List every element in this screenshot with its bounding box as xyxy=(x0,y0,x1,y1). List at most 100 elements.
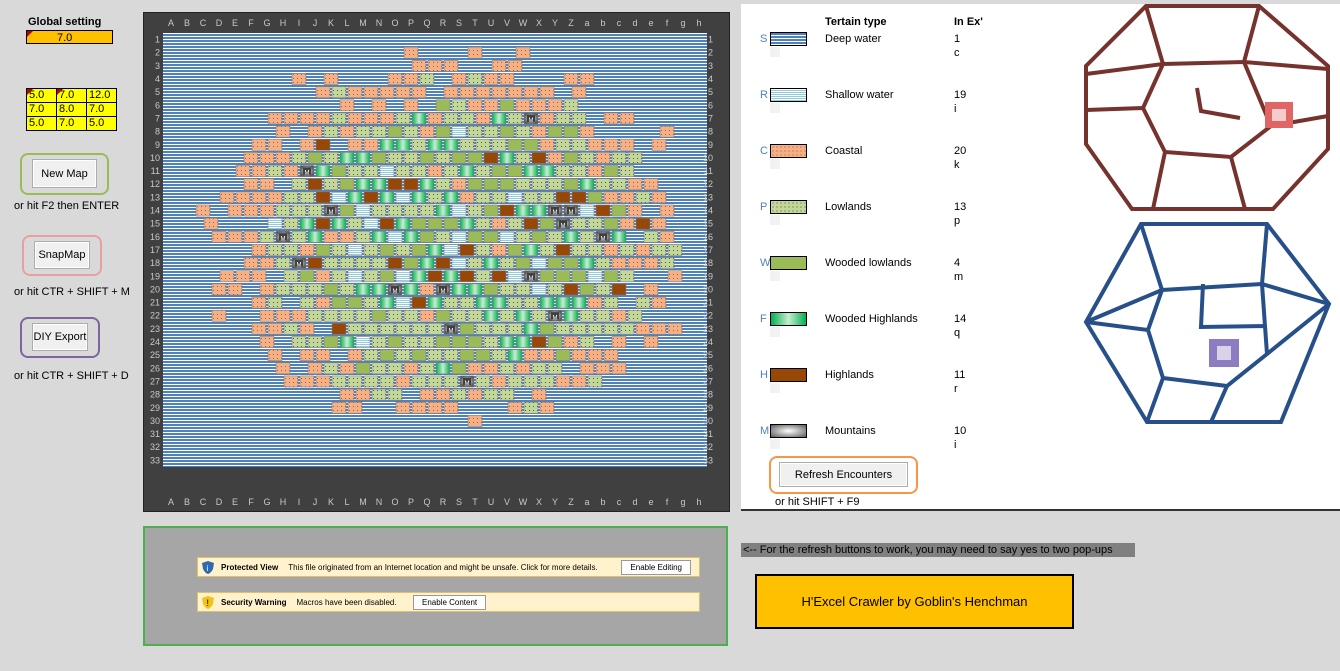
map-hex-W[interactable] xyxy=(499,99,515,112)
map-hex-C[interactable] xyxy=(323,230,339,243)
map-hex-H[interactable] xyxy=(387,178,403,191)
map-hex-F[interactable] xyxy=(459,165,475,177)
map-hex-W[interactable] xyxy=(459,349,475,362)
map-hex-C[interactable] xyxy=(539,86,555,99)
map-hex-P[interactable] xyxy=(307,309,323,322)
map-hex-F[interactable] xyxy=(443,270,459,283)
map-hex-C[interactable] xyxy=(315,296,331,309)
map-hex-R[interactable] xyxy=(587,270,603,283)
map-hex-P[interactable] xyxy=(579,309,595,322)
map-hex-F[interactable] xyxy=(443,191,459,204)
map-hex-W[interactable] xyxy=(435,125,451,138)
map-hex-F[interactable] xyxy=(483,309,499,322)
map-hex-F[interactable] xyxy=(379,191,395,204)
map-hex-C[interactable] xyxy=(515,362,531,375)
map-hex-P[interactable] xyxy=(467,125,483,138)
map-hex-P[interactable] xyxy=(395,349,411,362)
map-hex-C[interactable] xyxy=(483,99,499,112)
map-hex-H[interactable] xyxy=(411,296,427,309)
map-hex-H[interactable] xyxy=(363,191,379,204)
map-hex-H[interactable] xyxy=(483,152,499,164)
map-hex-H[interactable] xyxy=(379,217,395,230)
map-hex-C[interactable] xyxy=(651,322,667,335)
map-hex-P[interactable] xyxy=(403,152,419,164)
map-hex-W[interactable] xyxy=(491,165,507,177)
map-hex-R[interactable] xyxy=(451,204,467,217)
refresh-encounters-button[interactable]: Refresh Encounters xyxy=(779,462,908,487)
map-hex-C[interactable] xyxy=(363,138,379,151)
map-hex-P[interactable] xyxy=(331,86,347,99)
map-hex-W[interactable] xyxy=(331,296,347,309)
map-hex-C[interactable] xyxy=(275,125,291,138)
map-hex-P[interactable] xyxy=(571,165,587,177)
map-hex-W[interactable] xyxy=(339,178,355,191)
map-hex-P[interactable] xyxy=(659,257,675,270)
map-hex-W[interactable] xyxy=(467,336,483,348)
map-hex-C[interactable] xyxy=(243,178,259,191)
map-hex-P[interactable] xyxy=(403,309,419,322)
map-hex-P[interactable] xyxy=(531,178,547,191)
map-hex-C[interactable] xyxy=(467,99,483,112)
map-hex-W[interactable] xyxy=(419,230,435,243)
map-hex-F[interactable] xyxy=(451,283,467,296)
map-hex-C[interactable] xyxy=(395,86,411,99)
map-hex-F[interactable] xyxy=(515,336,531,348)
map-hex-P[interactable] xyxy=(571,244,587,256)
map-hex-W[interactable] xyxy=(307,152,323,164)
map-hex-R[interactable] xyxy=(443,244,459,256)
map-hex-P[interactable] xyxy=(323,152,339,164)
map-hex-R[interactable] xyxy=(347,270,363,283)
map-hex-W[interactable] xyxy=(523,138,539,151)
map-hex-W[interactable] xyxy=(371,309,387,322)
map-hex-W[interactable] xyxy=(555,270,571,283)
map-hex-P[interactable] xyxy=(595,283,611,296)
hex-map[interactable]: AABBCCDDEEFFGGHHIIJJKKLLMMNNOOPPQQRRSSTT… xyxy=(143,12,730,512)
map-hex-F[interactable] xyxy=(555,296,571,309)
map-hex-C[interactable] xyxy=(587,296,603,309)
map-hex-C[interactable] xyxy=(419,283,435,296)
map-hex-F[interactable] xyxy=(579,257,595,270)
map-hex-P[interactable] xyxy=(499,309,515,322)
map-hex-C[interactable] xyxy=(651,138,667,151)
map-hex-F[interactable] xyxy=(515,204,531,217)
map-hex-C[interactable] xyxy=(227,230,243,243)
map-hex-C[interactable] xyxy=(427,59,443,72)
map-hex-P[interactable] xyxy=(531,362,547,375)
map-hex-C[interactable] xyxy=(507,59,523,72)
map-hex-W[interactable] xyxy=(371,152,387,164)
map-hex-W[interactable] xyxy=(579,283,595,296)
map-hex-C[interactable] xyxy=(467,388,483,401)
map-hex-C[interactable] xyxy=(267,112,283,125)
map-hex-P[interactable] xyxy=(547,230,563,243)
map-hex-P[interactable] xyxy=(283,244,299,256)
map-hex-P[interactable] xyxy=(331,112,347,125)
weight-cell[interactable]: 5.0 xyxy=(86,116,117,131)
map-hex-H[interactable] xyxy=(307,257,323,270)
map-hex-C[interactable] xyxy=(531,388,547,401)
map-hex-C[interactable] xyxy=(411,59,427,72)
map-hex-R[interactable] xyxy=(531,283,547,296)
map-hex-W[interactable] xyxy=(507,165,523,177)
map-hex-H[interactable] xyxy=(531,336,547,348)
map-hex-C[interactable] xyxy=(539,401,555,414)
map-hex-P[interactable] xyxy=(619,165,635,177)
map-hex-C[interactable] xyxy=(611,336,627,348)
map-hex-P[interactable] xyxy=(363,375,379,388)
map-hex-P[interactable] xyxy=(291,204,307,217)
map-hex-P[interactable] xyxy=(267,244,283,256)
map-hex-W[interactable] xyxy=(419,152,435,164)
map-hex-C[interactable] xyxy=(659,204,675,217)
map-hex-W[interactable] xyxy=(411,217,427,230)
map-hex-P[interactable] xyxy=(595,257,611,270)
map-hex-C[interactable] xyxy=(251,296,267,309)
map-hex-P[interactable] xyxy=(411,138,427,151)
map-hex-P[interactable] xyxy=(483,125,499,138)
map-hex-C[interactable] xyxy=(259,178,275,191)
map-hex-C[interactable] xyxy=(395,375,411,388)
map-hex-P[interactable] xyxy=(427,375,443,388)
map-hex-F[interactable] xyxy=(571,296,587,309)
map-hex-C[interactable] xyxy=(251,138,267,151)
enable-content-button[interactable]: Enable Content xyxy=(413,595,487,610)
map-hex-P[interactable] xyxy=(507,112,523,125)
map-hex-P[interactable] xyxy=(363,244,379,256)
